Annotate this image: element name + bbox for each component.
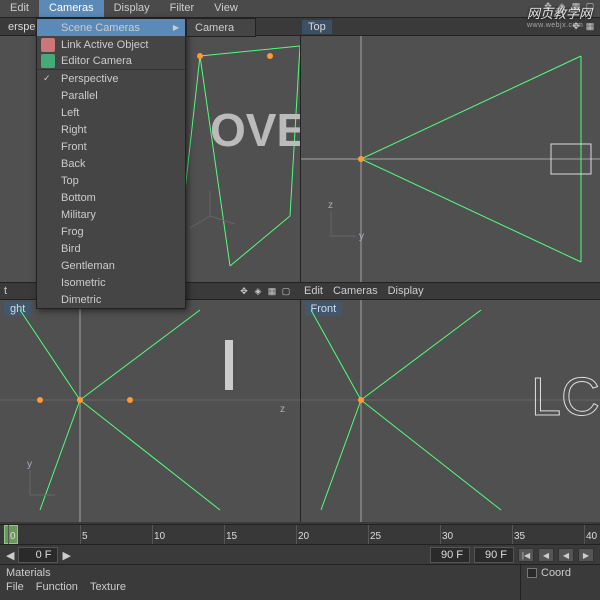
- tab-function[interactable]: Function: [36, 581, 78, 593]
- menu-filter[interactable]: Filter: [160, 0, 204, 17]
- bottom-viewports: ght z y Front LC: [0, 300, 600, 522]
- menu-isometric[interactable]: Isometric: [37, 274, 185, 291]
- coord-checkbox[interactable]: [527, 568, 537, 578]
- submenu-camera[interactable]: Camera: [187, 19, 255, 36]
- coord-panel: Coord: [520, 565, 600, 600]
- tab-file[interactable]: File: [6, 581, 24, 593]
- bottom-bar: Materials File Function Texture Coord: [0, 564, 600, 600]
- menu-dimetric[interactable]: Dimetric: [37, 291, 185, 308]
- menu-view[interactable]: View: [204, 0, 248, 17]
- current-frame-field[interactable]: 0 F: [18, 547, 58, 563]
- materials-title: Materials: [6, 567, 514, 579]
- check-icon: ✓: [43, 73, 51, 84]
- menu-bird[interactable]: Bird: [37, 240, 185, 257]
- menu-front[interactable]: Front: [37, 138, 185, 155]
- menu-link-active[interactable]: Link Active Object: [37, 36, 185, 53]
- play-back-button[interactable]: ◀: [558, 548, 574, 562]
- next-key-icon[interactable]: ▶: [62, 549, 70, 562]
- watermark: 网页教学网 www.webjx.com: [527, 3, 592, 29]
- menu-edit[interactable]: Edit: [0, 0, 39, 17]
- timeline-controls: ◀ 0 F ▶ 90 F 90 F |◀ ◀ ◀ ▶: [0, 545, 600, 565]
- viewport-label-tr: Top: [302, 20, 332, 34]
- timeline: 0510152025303540 ◀ 0 F ▶ 90 F 90 F |◀ ◀ …: [0, 524, 600, 564]
- menu-cameras[interactable]: Cameras: [39, 0, 104, 17]
- chevron-right-icon: ▶: [173, 23, 179, 32]
- menu-left[interactable]: Left: [37, 104, 185, 121]
- top-menubar: Edit Cameras Display Filter View ✥ ◈ ▦ ▢: [0, 0, 600, 18]
- 3d-text: OVE: [210, 104, 300, 156]
- move-icon[interactable]: ✥: [238, 285, 250, 297]
- menu-frog[interactable]: Frog: [37, 223, 185, 240]
- svg-text:z: z: [328, 200, 333, 211]
- viewport-top[interactable]: zy: [301, 36, 600, 282]
- maximize-icon[interactable]: ▢: [280, 285, 292, 297]
- menu-scene-cameras[interactable]: Scene Cameras▶: [37, 19, 185, 36]
- menu-editor-camera[interactable]: Editor Camera: [37, 53, 185, 70]
- menu-gentleman[interactable]: Gentleman: [37, 257, 185, 274]
- mid-menu-t[interactable]: t: [4, 285, 7, 297]
- menu-bottom[interactable]: Bottom: [37, 189, 185, 206]
- mid-menu-display[interactable]: Display: [388, 285, 424, 297]
- zoom-icon[interactable]: ◈: [252, 285, 264, 297]
- 3d-text-front: LC: [531, 367, 600, 427]
- link-icon: [41, 38, 55, 52]
- menu-perspective[interactable]: ✓Perspective: [37, 70, 185, 87]
- menu-back[interactable]: Back: [37, 155, 185, 172]
- mid-menu-edit[interactable]: Edit: [304, 285, 323, 297]
- menu-top[interactable]: Top: [37, 172, 185, 189]
- camera-icon: [41, 54, 55, 68]
- timeline-ruler[interactable]: 0510152025303540: [0, 525, 600, 545]
- menu-display[interactable]: Display: [104, 0, 160, 17]
- svg-text:y: y: [27, 459, 32, 470]
- first-frame-button[interactable]: |◀: [518, 548, 534, 562]
- grid-icon[interactable]: ▦: [266, 285, 278, 297]
- prev-frame-button[interactable]: ◀: [538, 548, 554, 562]
- barcode-icon: [225, 340, 233, 390]
- svg-text:y: y: [359, 231, 364, 242]
- mid-menu-cameras[interactable]: Cameras: [333, 285, 378, 297]
- viewport-front[interactable]: Front LC: [301, 300, 600, 522]
- svg-text:z: z: [280, 404, 285, 415]
- menu-right[interactable]: Right: [37, 121, 185, 138]
- menu-parallel[interactable]: Parallel: [37, 87, 185, 104]
- cameras-dropdown: Scene Cameras▶ Link Active Object Editor…: [36, 18, 186, 309]
- scene-cameras-submenu: Camera: [186, 18, 256, 37]
- viewport-right[interactable]: ght z y: [0, 300, 301, 522]
- end-frame-field[interactable]: 90 F: [430, 547, 470, 563]
- tab-texture[interactable]: Texture: [90, 581, 126, 593]
- menu-military[interactable]: Military: [37, 206, 185, 223]
- play-button[interactable]: ▶: [578, 548, 594, 562]
- end-frame2-field[interactable]: 90 F: [474, 547, 514, 563]
- prev-key-icon[interactable]: ◀: [6, 549, 14, 562]
- coord-label: Coord: [541, 567, 571, 579]
